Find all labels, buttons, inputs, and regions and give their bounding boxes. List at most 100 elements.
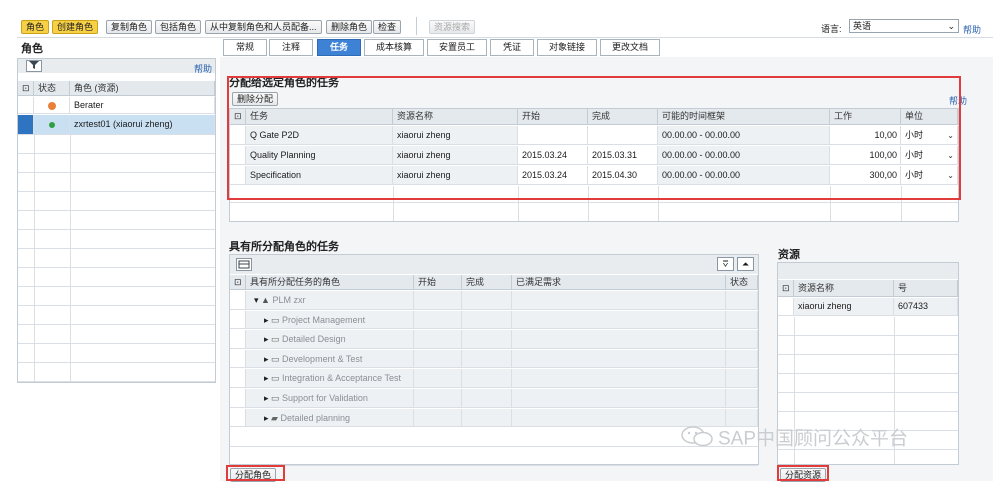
row-selector[interactable] xyxy=(230,369,246,387)
include-role-button[interactable]: 包括角色 xyxy=(155,20,202,34)
tree-task-row[interactable]: ▸ ▭ Detailed Design xyxy=(230,330,758,349)
finish-column-header[interactable]: 完成 xyxy=(462,275,512,289)
collapsed-caret-icon[interactable]: ▸ xyxy=(264,315,271,325)
tab-costing[interactable]: 成本核算 xyxy=(364,39,424,56)
tree-label: Support for Validation xyxy=(282,393,368,403)
tree-cell xyxy=(462,291,512,309)
tree-cell xyxy=(726,330,758,348)
tree-cell xyxy=(414,389,462,407)
tree-label-cell: ▸ ▭ Support for Validation xyxy=(246,389,414,407)
delete-role-button[interactable]: 删除角色 xyxy=(326,20,373,34)
status-column-header[interactable]: 状态 xyxy=(34,81,70,95)
roles-panel-title: 角色 xyxy=(21,43,43,55)
chevron-down-icon: ⌄ xyxy=(947,21,955,31)
tree-task-row[interactable]: ▸ ▭ Integration & Acceptance Test xyxy=(230,369,758,388)
resource-name-column-header[interactable]: 资源名称 xyxy=(794,280,894,296)
top-help-link[interactable]: 帮助 xyxy=(963,23,981,36)
collapsed-caret-icon[interactable]: ▸ xyxy=(264,334,271,344)
collapse-all-icon[interactable]: ⏶ xyxy=(737,257,754,271)
tree-cell xyxy=(726,291,758,309)
tree-task-row[interactable]: ▸ ▭ Project Management xyxy=(230,310,758,330)
tree-root-row[interactable]: ▾ ▲ PLM zxr xyxy=(230,291,758,310)
tree-task-row[interactable]: ▸ ▭ Development & Test xyxy=(230,349,758,369)
tree-cell xyxy=(462,408,512,427)
status-column-header[interactable]: 状态 xyxy=(726,275,758,289)
tree-label-cell: ▾ ▲ PLM zxr xyxy=(246,291,414,309)
row-selector[interactable] xyxy=(778,298,794,315)
row-selector[interactable] xyxy=(230,389,246,407)
row-selector[interactable] xyxy=(18,97,34,113)
details-icon[interactable] xyxy=(236,258,252,271)
status-green-icon xyxy=(49,122,55,128)
row-selector[interactable] xyxy=(230,408,246,427)
role-row[interactable]: Berater xyxy=(18,97,215,114)
tree-cell xyxy=(512,349,726,368)
role-button[interactable]: 角色 xyxy=(21,20,50,34)
tree-cell xyxy=(414,291,462,309)
tab-staffing[interactable]: 安置员工 xyxy=(427,39,487,56)
role-tasks-title: 具有所分配角色的任务 xyxy=(229,241,339,253)
number-column-header[interactable]: 号 xyxy=(894,280,958,296)
copy-from-project-button[interactable]: 从中复制角色和人员配备... xyxy=(205,20,322,34)
row-selector[interactable] xyxy=(230,330,246,348)
select-all-icon[interactable]: ⊡ xyxy=(230,275,246,289)
resource-search-button[interactable]: 资源搜索 xyxy=(429,20,476,34)
tree-cell xyxy=(462,389,512,407)
role-row-selected[interactable]: zxrtest01 (xiaorui zheng) xyxy=(18,115,215,135)
tree-cell xyxy=(414,330,462,348)
roles-help-link[interactable]: 帮助 xyxy=(194,62,212,75)
tab-change-docs[interactable]: 更改文档 xyxy=(600,39,660,56)
status-cell xyxy=(34,97,70,113)
role-column-header[interactable]: 角色 (资源) xyxy=(70,81,215,95)
tree-label-cell: ▸ ▭ Integration & Acceptance Test xyxy=(246,369,414,387)
tree-label: Development & Test xyxy=(282,353,363,364)
roles-panel: 帮助 ⊡ 状态 角色 (资源) Berater zxrtest01 (xiaor… xyxy=(17,58,216,383)
tree-cell xyxy=(414,349,462,368)
tree-cell xyxy=(512,310,726,329)
check-button[interactable]: 检查 xyxy=(373,20,402,34)
roles-grid-lines xyxy=(18,135,215,382)
highlight-box-assign-role xyxy=(226,465,285,481)
row-selector[interactable] xyxy=(18,115,34,134)
phase-icon: ▭ xyxy=(271,334,283,345)
resources-header: ⊡ 资源名称 号 xyxy=(778,280,958,297)
status-orange-icon xyxy=(48,102,56,110)
collapsed-caret-icon[interactable]: ▸ xyxy=(264,413,271,423)
phase-icon: ▭ xyxy=(271,353,283,364)
tree-task-row[interactable]: ▸ ▭ Support for Validation xyxy=(230,389,758,408)
tab-object-links[interactable]: 对象链接 xyxy=(537,39,597,56)
tab-documents[interactable]: 凭证 xyxy=(490,39,534,56)
tree-task-row[interactable]: ▸ ▰ Detailed planning xyxy=(230,408,758,428)
language-select[interactable]: 英语 ⌄ xyxy=(849,19,959,33)
role-task-column-header[interactable]: 具有所分配任务的角色 xyxy=(246,275,414,289)
row-selector[interactable] xyxy=(230,291,246,309)
tree-cell xyxy=(512,408,726,427)
select-all-icon[interactable]: ⊡ xyxy=(18,81,34,95)
watermark-text: SAP中国顾问公众平台 xyxy=(718,428,909,450)
collapsed-caret-icon[interactable]: ▸ xyxy=(264,354,271,364)
roles-toolbar: 帮助 xyxy=(18,59,215,75)
fulfilled-column-header[interactable]: 已满足需求 xyxy=(512,275,726,289)
collapsed-caret-icon[interactable]: ▸ xyxy=(264,373,271,383)
tab-general[interactable]: 常规 xyxy=(223,39,267,56)
tree-label-cell: ▸ ▭ Development & Test xyxy=(246,349,414,368)
filter-icon[interactable] xyxy=(26,60,42,72)
tree-cell xyxy=(414,310,462,329)
expand-all-icon[interactable]: ⩢ xyxy=(717,257,734,271)
copy-role-button[interactable]: 复制角色 xyxy=(106,20,153,34)
tab-notes[interactable]: 注释 xyxy=(269,39,313,56)
tab-tasks[interactable]: 任务 xyxy=(317,39,361,56)
start-column-header[interactable]: 开始 xyxy=(414,275,462,289)
resource-row[interactable]: xiaorui zheng 607433 xyxy=(778,298,958,316)
row-selector[interactable] xyxy=(230,310,246,329)
tree-label: Integration & Acceptance Test xyxy=(282,373,401,384)
expanded-caret-icon[interactable]: ▾ xyxy=(254,295,261,305)
row-selector[interactable] xyxy=(230,349,246,368)
highlight-box-assigned xyxy=(227,76,961,200)
tree-cell xyxy=(512,369,726,387)
select-all-icon[interactable]: ⊡ xyxy=(778,280,794,296)
create-role-button[interactable]: 创建角色 xyxy=(52,20,99,34)
collapsed-caret-icon[interactable]: ▸ xyxy=(264,393,271,403)
tree-cell xyxy=(726,310,758,329)
resource-number-cell: 607433 xyxy=(894,298,958,315)
